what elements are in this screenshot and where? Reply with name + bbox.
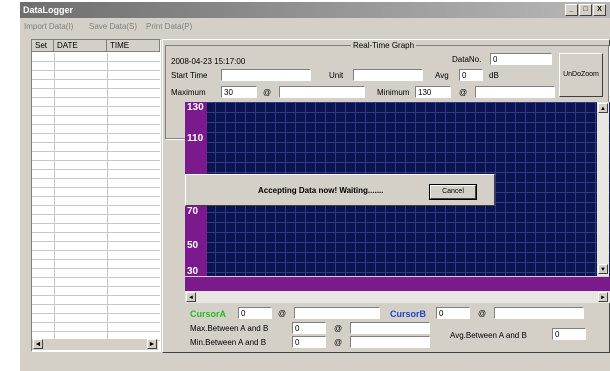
start-time-label: Start Time [171,71,208,80]
y-tick-label: 30 [187,266,199,277]
max-between-at-label: @ [334,324,343,333]
avg-field[interactable]: 0 [459,69,483,81]
undo-zoom-button[interactable]: UnDoZoom [559,53,603,97]
scroll-down-button[interactable]: ▼ [598,264,608,274]
avg-label: Avg [435,71,449,80]
min-between-at-field[interactable] [350,336,430,348]
cursor-b-field[interactable]: 0 [436,307,470,319]
list-header: Set DATE TIME [32,40,160,52]
column-header-time[interactable]: TIME [107,40,160,52]
scroll-up-button[interactable]: ▲ [598,103,608,113]
max-between-field[interactable]: 0 [292,322,326,334]
y-tick-label: 110 [187,133,204,144]
maximum-field[interactable]: 30 [221,86,257,98]
plot-x-band [185,277,610,291]
plot-horizontal-scrollbar[interactable]: ◄ ► [185,291,610,303]
list-rows[interactable] [32,53,160,341]
avg-unit-label: dB [489,71,499,80]
scroll-left-button[interactable]: ◄ [186,292,196,302]
menu-bar: Import Data(I) Save Data(S) Print Data(P… [20,19,610,33]
cursor-a-at-field[interactable] [294,307,380,319]
column-separator [107,53,108,341]
plot-vertical-scrollbar[interactable]: ▲ ▼ [597,102,609,276]
maximum-label: Maximum [171,88,206,97]
start-time-field[interactable] [221,69,311,81]
min-between-label: Min.Between A and B [190,338,267,347]
list-horizontal-scrollbar[interactable]: ◄ ► [32,339,158,350]
close-button[interactable]: X [593,4,606,16]
y-tick-label: 50 [187,240,199,251]
minimize-button[interactable]: _ [565,4,578,16]
minimum-label: Minimum [377,88,410,97]
scroll-left-button[interactable]: ◄ [33,339,43,349]
waiting-dialog: Accepting Data now! Waiting....... Cance… [185,174,495,206]
column-header-set[interactable]: Set [32,40,54,52]
avg-between-field[interactable]: 0 [552,328,586,340]
cursor-b-label: CursorB [390,309,427,319]
group-title: Real-Time Graph [351,41,417,50]
cursor-a-field[interactable]: 0 [238,307,272,319]
max-between-label: Max.Between A and B [190,324,269,333]
waiting-message: Accepting Data now! Waiting....... [258,186,384,195]
cursor-a-label: CursorA [190,309,227,319]
menu-import-data[interactable]: Import Data(I) [24,22,73,31]
minimum-field[interactable]: 130 [415,86,451,98]
column-header-date[interactable]: DATE [54,40,107,52]
unit-field[interactable] [353,69,423,81]
menu-save-data[interactable]: Save Data(S) [89,22,137,31]
maximize-button[interactable]: □ [579,4,592,16]
minimum-at-field[interactable] [475,86,555,98]
column-separator [54,53,55,341]
cursor-b-at-label: @ [478,309,487,318]
timestamp-text: 2008-04-23 15:17:00 [171,57,246,66]
maximum-at-field[interactable] [279,86,365,98]
data-no-field[interactable]: 0 [490,53,552,65]
y-tick-label: 70 [187,206,199,217]
cursor-b-at-field[interactable] [494,307,584,319]
title-bar[interactable]: DataLogger _ □ X [20,2,610,18]
menu-print-data[interactable]: Print Data(P) [146,22,192,31]
unit-label: Unit [329,71,344,80]
scroll-right-button[interactable]: ► [598,292,608,302]
cancel-button[interactable]: Cancel [429,184,477,200]
maximum-at-label: @ [263,88,272,97]
minimum-at-label: @ [459,88,468,97]
avg-between-label: Avg.Between A and B [450,331,527,340]
cursor-a-at-label: @ [278,309,287,318]
y-tick-label: 130 [187,102,204,113]
data-no-label: DataNo. [452,55,482,64]
window-title: DataLogger [23,5,74,15]
min-between-at-label: @ [334,338,343,347]
scroll-right-button[interactable]: ► [147,339,157,349]
app-window: DataLogger _ □ X Import Data(I) Save Dat… [20,2,610,371]
data-list[interactable]: Set DATE TIME ◄ ► [31,39,161,352]
max-between-at-field[interactable] [350,322,430,334]
min-between-field[interactable]: 0 [292,336,326,348]
